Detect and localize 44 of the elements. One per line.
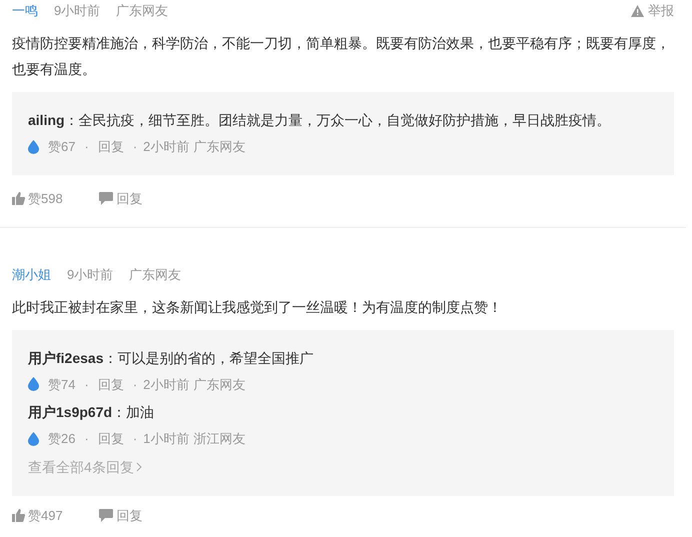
reply-location: 广东网友 (193, 376, 246, 394)
reply-time: 2小时前 (143, 138, 190, 156)
reply-link[interactable]: 回复 (98, 374, 124, 394)
dot-separator: · (132, 430, 138, 448)
water-drop-icon (28, 377, 39, 392)
reply-link[interactable]: 回复 (98, 429, 124, 448)
reply-link[interactable]: 回复 (116, 190, 143, 206)
report-link[interactable]: 举报 (648, 1, 674, 21)
comment-text: 疫情防控要精准施治，科学防治，不能一刀切，简单粗暴。既要有防治效果，也要平稳有序；既要有厚度，也要有温度。 (12, 34, 671, 79)
dot-separator: · (132, 138, 138, 156)
reply-link[interactable]: 回复 (116, 508, 143, 524)
dot-separator: · (84, 138, 89, 156)
dot-separator: · (84, 376, 89, 394)
comment-time: 9小时前 (54, 2, 100, 20)
reply-time: 2小时前 (143, 376, 190, 394)
comment-location: 广东网友 (116, 2, 168, 20)
speech-bubble-icon (98, 192, 113, 205)
comment-time: 9小时前 (67, 266, 114, 284)
thumbs-up-icon (12, 192, 25, 205)
username[interactable]: 潮小姐 (12, 264, 51, 284)
water-drop-icon (28, 432, 39, 446)
reply-location: 浙江网友 (193, 430, 246, 448)
like-count[interactable]: 赞74 (48, 374, 76, 394)
view-all-replies-link[interactable]: 查看全部4条回复 (28, 456, 658, 478)
reply-location: 广东网友 (193, 138, 246, 156)
like-count[interactable]: 赞26 (48, 429, 76, 448)
reply-text: ailing：全民抗疫，细节至胜。团结就是力量，万众一心，自觉做好防护措施，早日战胜疫情。 (28, 111, 612, 130)
chevron-right-icon (136, 462, 142, 472)
comment-location: 广东网友 (129, 266, 182, 284)
like-count[interactable]: 赞598 (28, 190, 63, 206)
warning-icon (631, 5, 644, 17)
dot-separator: · (84, 430, 89, 448)
like-count[interactable]: 赞497 (28, 508, 63, 524)
water-drop-icon (28, 140, 39, 154)
reply-text: 用户fi2esas：可以是别的省的，希望全国推广 (28, 348, 314, 368)
speech-bubble-icon (98, 509, 113, 522)
reply-text: 用户1s9p67d：加油 (28, 403, 156, 422)
thumbs-up-icon (12, 509, 25, 522)
comment-text: 此时我正被封在家里，这条新闻让我感觉到了一丝温暖！为有温度的制度点赞！ (12, 298, 503, 316)
reply-time: 1小时前 (143, 430, 190, 448)
like-count[interactable]: 赞67 (48, 137, 76, 156)
username[interactable]: 一鸣 (12, 1, 38, 21)
reply-link[interactable]: 回复 (98, 137, 124, 156)
dot-separator: · (132, 376, 138, 394)
